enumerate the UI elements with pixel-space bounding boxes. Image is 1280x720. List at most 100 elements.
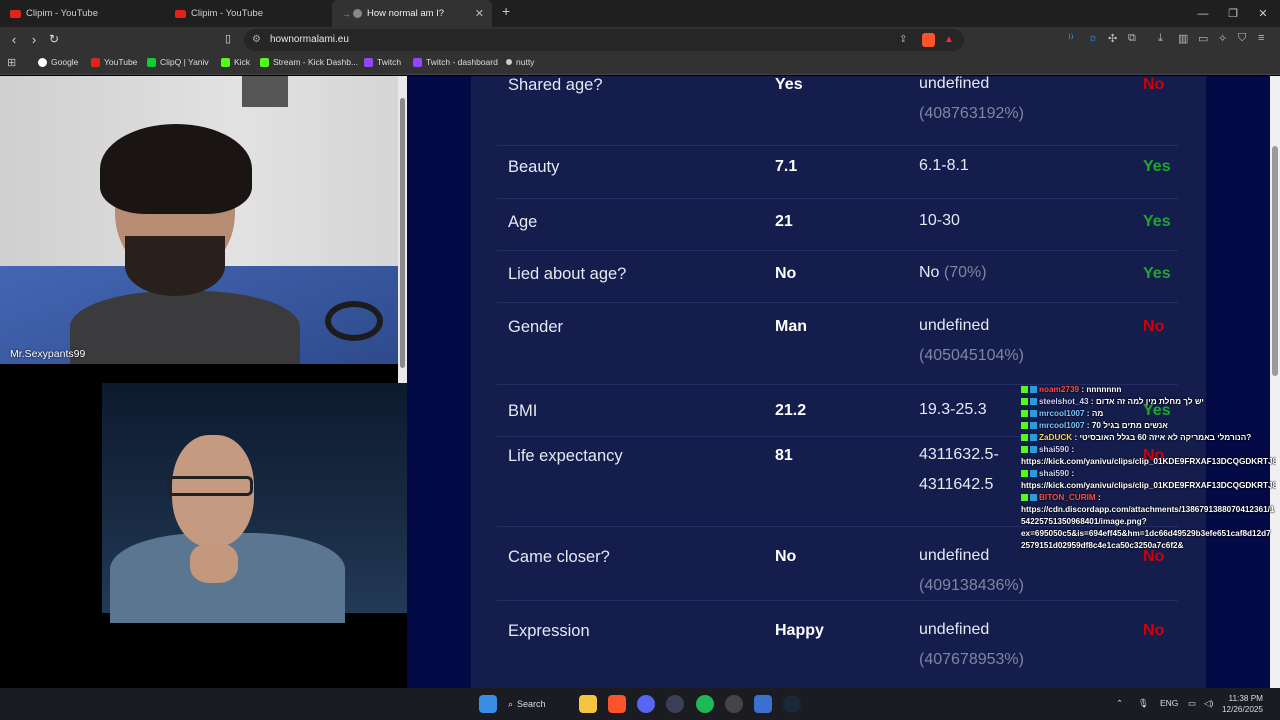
youtube-icon bbox=[91, 57, 100, 67]
chat-message: shai590 : bbox=[1021, 468, 1276, 480]
obs-icon[interactable] bbox=[725, 695, 743, 713]
chat-message: https://kick.com/yanivu/clips/clip_01KDE… bbox=[1021, 480, 1276, 492]
user-badge-icon bbox=[1030, 398, 1037, 405]
result-range: undefined (408763192%) bbox=[919, 76, 1049, 129]
range-text: undefined bbox=[919, 317, 990, 334]
result-label: Came closer? bbox=[508, 548, 610, 566]
youtube-icon bbox=[10, 9, 21, 18]
result-row: Beauty 7.1 6.1-8.1 Yes bbox=[497, 146, 1178, 199]
screenshot-icon[interactable]: ⧉ bbox=[1128, 32, 1136, 45]
result-value: 21 bbox=[775, 213, 793, 230]
chat-message: 2579151d02959df8c4e1ca50c3250a7c6f2& bbox=[1021, 540, 1276, 552]
forward-icon[interactable]: › bbox=[26, 32, 42, 47]
close-window-button[interactable]: ✕ bbox=[1248, 0, 1278, 27]
brave-rewards-icon[interactable]: ▲ bbox=[944, 29, 954, 51]
chat-overlay: noam2739 : nnnnnnn steelshot_43 : יש לך מ… bbox=[1021, 384, 1276, 552]
app-icon-2[interactable] bbox=[754, 695, 772, 713]
file-explorer-icon[interactable] bbox=[579, 695, 597, 713]
range-percent: (407678953%) bbox=[919, 651, 1024, 668]
chat-text: : אנשים מתים בגיל 70 bbox=[1086, 421, 1168, 430]
result-row: Shared age? Yes undefined (408763192%) No bbox=[497, 76, 1178, 146]
chat-username: shai590 bbox=[1039, 445, 1070, 454]
bookmark-google[interactable]: Google bbox=[38, 57, 78, 67]
result-label: Beauty bbox=[508, 158, 560, 176]
spotify-icon[interactable] bbox=[696, 695, 714, 713]
left-scrollbar[interactable] bbox=[398, 76, 407, 383]
chat-text: ex=695050c5&is=694eff45&hm=1dc66d49529b3… bbox=[1021, 529, 1271, 538]
range-text: 19.3-25.3 bbox=[919, 401, 987, 418]
result-value: No bbox=[775, 548, 797, 565]
steam-icon[interactable] bbox=[783, 695, 801, 713]
microphone-icon[interactable]: 🎙 bbox=[1138, 698, 1149, 709]
tray-chevron-icon[interactable]: ⌃ bbox=[1116, 698, 1123, 709]
result-label: Age bbox=[508, 213, 538, 231]
maximize-button[interactable]: ❐ bbox=[1218, 0, 1248, 27]
bookmark-nutty[interactable]: nutty bbox=[506, 57, 534, 67]
discord-icon[interactable] bbox=[637, 695, 655, 713]
person-body bbox=[70, 291, 300, 364]
results-card: Shared age? Yes undefined (408763192%) No Be… bbox=[471, 76, 1206, 688]
play-icon bbox=[147, 57, 156, 67]
bookmark-youtube[interactable]: YouTube bbox=[91, 57, 137, 67]
chat-text: : הנורמלי באמריקה לא איזה 60 בגלל האובסי… bbox=[1074, 433, 1252, 442]
extension-icon[interactable]: ⁾⁾ bbox=[1068, 32, 1073, 45]
language-indicator[interactable]: ENG bbox=[1160, 698, 1178, 708]
user-badge-icon bbox=[1030, 494, 1037, 501]
apps-grid-icon[interactable]: ⊞ bbox=[7, 56, 16, 69]
leo-ai-icon[interactable]: ✧ bbox=[1218, 32, 1227, 45]
bookmark-twitch-dashboard[interactable]: Twitch - dashboard bbox=[413, 57, 498, 67]
new-tab-button[interactable]: + bbox=[502, 3, 510, 19]
windows-start-icon[interactable] bbox=[479, 695, 497, 713]
range-text: 6.1-8.1 bbox=[919, 157, 969, 174]
range-percent: (408763192%) bbox=[919, 105, 1024, 122]
tab-clipim-1[interactable]: Clipim - YouTube bbox=[0, 0, 165, 27]
taskbar-search[interactable]: ⌕ Search bbox=[508, 694, 562, 714]
chat-message: https://cdn.discordapp.com/attachments/1… bbox=[1021, 504, 1276, 516]
minimize-button[interactable]: — bbox=[1188, 0, 1218, 27]
kick-icon bbox=[221, 57, 230, 67]
guest-webcam bbox=[0, 76, 398, 364]
wallet-icon[interactable]: ▭ bbox=[1198, 32, 1208, 45]
translate-icon[interactable]: ☼ bbox=[1088, 32, 1098, 44]
site-favicon-icon bbox=[353, 9, 362, 18]
menu-icon[interactable]: ≡ bbox=[1258, 32, 1264, 44]
chat-text: 2579151d02959df8c4e1ca50c3250a7c6f2& bbox=[1021, 541, 1184, 550]
app-icon[interactable] bbox=[666, 695, 684, 713]
chat-text: : יש לך מחלת מין למה זה אדום bbox=[1090, 397, 1204, 406]
result-value: 21.2 bbox=[775, 402, 807, 419]
back-icon[interactable]: ‹ bbox=[6, 32, 22, 47]
tab-how-normal[interactable]: → How normal am I? ✕ bbox=[332, 0, 492, 27]
twitch-icon bbox=[413, 57, 422, 67]
kick-badge-icon bbox=[1021, 470, 1028, 477]
page-scrollbar[interactable] bbox=[1270, 76, 1280, 688]
bookmark-clipq[interactable]: ClipQ | Yaniv bbox=[147, 57, 209, 67]
bookmark-twitch[interactable]: Twitch bbox=[364, 57, 401, 67]
site-settings-icon[interactable]: ⚙ bbox=[252, 29, 261, 51]
user-badge-icon bbox=[1030, 422, 1037, 429]
range-text: 4311632.5-4311642.5 bbox=[919, 446, 999, 493]
extensions-puzzle-icon[interactable]: ✣ bbox=[1108, 32, 1117, 45]
chat-message: steelshot_43 : יש לך מחלת מין למה זה אדו… bbox=[1021, 396, 1276, 408]
volume-icon[interactable]: ◁) bbox=[1204, 698, 1213, 709]
user-badge-icon bbox=[1030, 410, 1037, 417]
taskbar-clock[interactable]: 11:38 PM 12/26/2025 bbox=[1222, 693, 1263, 715]
brave-browser-icon[interactable] bbox=[608, 695, 626, 713]
result-label: Lied about age? bbox=[508, 265, 627, 283]
share-icon[interactable]: ⇪ bbox=[899, 29, 907, 51]
streamer-hand bbox=[190, 543, 238, 583]
wall-poster bbox=[242, 76, 288, 107]
url-field[interactable]: ⚙ hownormalami.eu ⇪ ▲ bbox=[244, 29, 964, 51]
close-tab-icon[interactable]: ✕ bbox=[475, 7, 484, 20]
result-value: 81 bbox=[775, 447, 793, 464]
brave-shields-icon[interactable] bbox=[922, 33, 935, 47]
sidebar-icon[interactable]: ▥ bbox=[1178, 32, 1188, 45]
kick-badge-icon bbox=[1021, 434, 1028, 441]
bookmark-kick-dashboard[interactable]: Stream - Kick Dashb... bbox=[260, 57, 358, 67]
vpn-icon[interactable]: ⛉ bbox=[1238, 32, 1246, 45]
bookmark-kick[interactable]: Kick bbox=[221, 57, 250, 67]
tab-clipim-2[interactable]: Clipim - YouTube bbox=[165, 0, 330, 27]
network-icon[interactable]: ▭ bbox=[1188, 698, 1196, 709]
bookmark-icon[interactable]: ▯ bbox=[220, 32, 236, 45]
download-icon[interactable]: ⤓ bbox=[1158, 32, 1163, 45]
reload-icon[interactable]: ↻ bbox=[46, 32, 62, 46]
